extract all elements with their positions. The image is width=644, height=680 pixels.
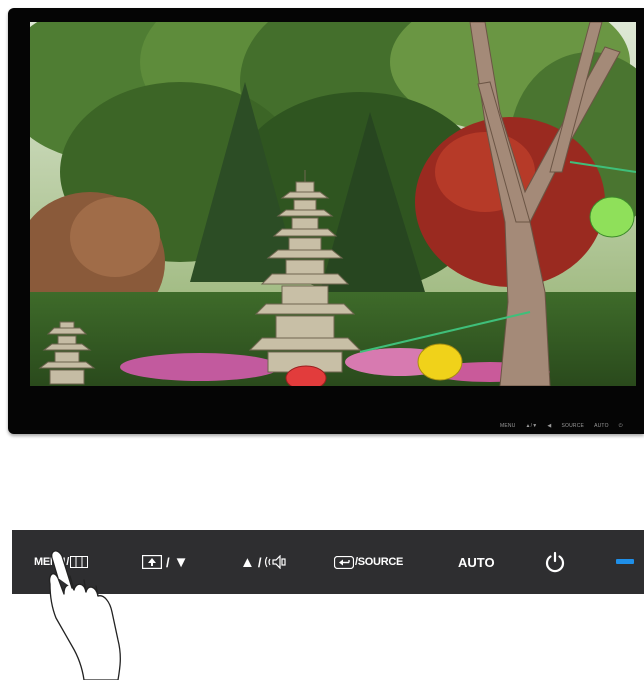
monitor-screen — [30, 22, 636, 386]
up-arrow-icon: ▲ — [240, 553, 255, 571]
monitor: MENU ▲/▼ ◀ SOURCE AUTO ⏻ — [8, 8, 644, 434]
bezel-label: AUTO — [594, 423, 609, 429]
bezel-label: MENU — [500, 423, 516, 429]
bezel-label: ◀ — [547, 423, 552, 429]
bezel-labels: MENU ▲/▼ ◀ SOURCE AUTO ⏻ — [500, 423, 623, 429]
speaker-icon — [265, 555, 287, 569]
source-button[interactable]: /SOURCE — [334, 530, 403, 594]
brightness-down-button[interactable]: / ▼ — [142, 530, 188, 594]
pointing-hand-icon — [48, 550, 121, 680]
bezel-label: SOURCE — [561, 423, 585, 429]
garden-pagoda-photo — [30, 22, 636, 386]
power-icon — [545, 551, 565, 573]
bezel-label: ⏻ — [618, 423, 623, 429]
up-volume-button[interactable]: ▲ / — [240, 530, 287, 594]
down-arrow-icon: ▼ — [173, 553, 189, 571]
brightness-box-icon — [142, 555, 162, 569]
input-arrow-icon — [334, 555, 354, 569]
power-led-icon — [616, 559, 634, 564]
auto-button[interactable]: AUTO — [458, 530, 495, 594]
source-label: /SOURCE — [355, 556, 404, 568]
bezel-label: ▲/▼ — [525, 423, 538, 429]
brightness-separator: / — [166, 554, 170, 570]
auto-label: AUTO — [458, 554, 495, 570]
power-button[interactable] — [544, 530, 566, 594]
volume-separator: / — [257, 554, 262, 570]
